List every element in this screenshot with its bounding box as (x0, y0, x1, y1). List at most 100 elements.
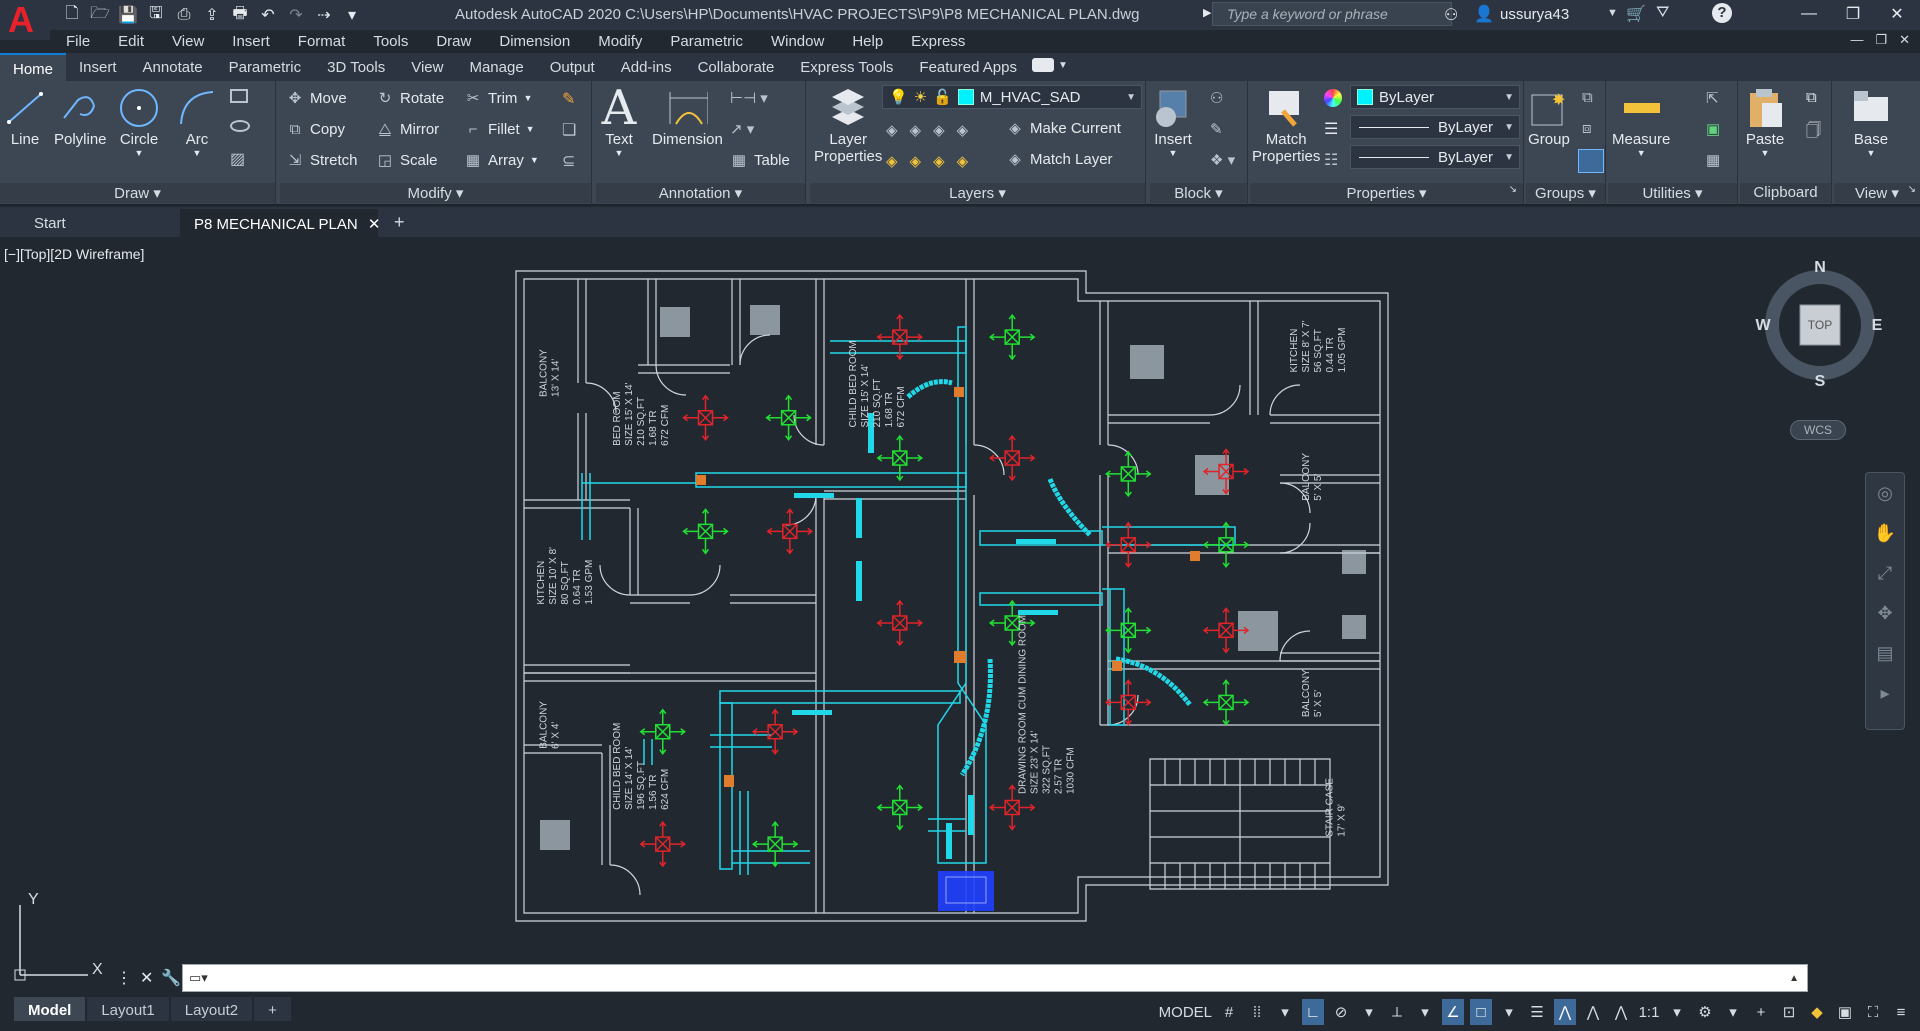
restore-icon[interactable]: ❐ (1840, 0, 1866, 28)
help-icon[interactable]: ? (1712, 3, 1732, 23)
return-diffuser[interactable] (682, 394, 729, 441)
polyline-button[interactable]: Polyline (54, 85, 107, 148)
search-box[interactable] (1212, 2, 1452, 26)
a360-icon[interactable]: ⛛ (1656, 4, 1669, 22)
doc-restore-icon[interactable]: ❐ (1875, 32, 1887, 48)
auto-scale-icon[interactable]: ⋀ (1582, 999, 1604, 1025)
supply-diffuser[interactable] (988, 313, 1036, 361)
cmd-close-icon[interactable]: ✕ (140, 968, 153, 988)
supply-diffuser[interactable] (751, 820, 799, 868)
linetype-dropdown[interactable]: ByLayer ▼ (1350, 145, 1520, 169)
share-icon[interactable]: ⇢ (312, 3, 336, 27)
supply-diffuser[interactable] (1202, 521, 1250, 569)
minimize-icon[interactable]: — (1796, 0, 1822, 28)
linear-dim-icon[interactable]: ⊢⊣ ▾ (730, 89, 768, 107)
snap-icon[interactable]: ⁞⁞ (1246, 999, 1268, 1025)
group-button[interactable]: ✸ Group (1528, 85, 1570, 148)
menu-insert[interactable]: Insert (218, 30, 284, 52)
publish-icon[interactable]: ⎙ (172, 3, 196, 27)
dimension-button[interactable]: Dimension (652, 85, 723, 148)
menu-view[interactable]: View (158, 30, 218, 52)
isodraft-icon[interactable]: ⟂ (1386, 999, 1408, 1025)
move-button[interactable]: ✥ Move (286, 89, 347, 108)
iso-dropdown-icon[interactable]: ▾ (1414, 999, 1436, 1025)
ribbon-options-icon[interactable]: ▼ (1058, 60, 1068, 71)
supply-diffuser[interactable] (876, 784, 924, 831)
tab-mechanical-plan[interactable]: P8 MECHANICAL PLAN ✕ (180, 209, 381, 237)
trim-button[interactable]: ✂ Trim ▼ (464, 89, 533, 108)
edit-block-icon[interactable]: ✎ (1210, 120, 1223, 138)
showmotion-icon[interactable]: ▤ (1866, 633, 1904, 673)
ribbon-minimize-icon[interactable] (1032, 58, 1054, 72)
groups-panel-title[interactable]: Groups ▾ (1526, 183, 1605, 203)
supply-diffuser[interactable] (682, 508, 729, 555)
offset-icon[interactable]: ⊆ (562, 151, 575, 171)
ribbon-tab-parametric[interactable]: Parametric (216, 53, 315, 81)
hatch-icon[interactable]: ▨ (230, 149, 245, 169)
tab-model[interactable]: Model (14, 997, 86, 1021)
close-tab-icon[interactable]: ✕ (368, 216, 381, 233)
menu-format[interactable]: Format (284, 30, 360, 52)
ribbon-tab-insert[interactable]: Insert (66, 53, 130, 81)
base-button[interactable]: Base ▼ (1850, 85, 1892, 158)
search-input[interactable] (1213, 3, 1451, 25)
linetype-icon[interactable]: ☷ (1324, 150, 1338, 170)
print-icon[interactable]: 🖶 (228, 3, 252, 27)
orbit-icon[interactable]: ✥ (1866, 593, 1904, 633)
units-icon[interactable]: ⊡ (1778, 999, 1800, 1025)
match-properties-button[interactable]: Match Properties (1252, 85, 1320, 165)
command-input-box[interactable]: ▭▾ ▲ (182, 964, 1808, 992)
line-button[interactable]: Line (4, 85, 46, 148)
clean-screen-icon[interactable]: ⛶ (1862, 999, 1884, 1025)
navbar-menu-icon[interactable]: ▸ (1866, 673, 1904, 713)
user-icon[interactable]: 👤 (1474, 4, 1494, 24)
leader-icon[interactable]: ↗ ▾ (730, 120, 754, 138)
object-snap-tracking-icon[interactable]: ∠ (1442, 999, 1464, 1025)
match-layer-button[interactable]: ◈ Match Layer (1006, 150, 1112, 169)
erase-icon[interactable]: ✎ (562, 89, 575, 109)
color-wheel-icon[interactable] (1324, 89, 1342, 107)
annotation-panel-title[interactable]: Annotation ▾ (596, 183, 805, 203)
layer-tools-row1[interactable]: ◈◈◈◈ (886, 121, 980, 139)
return-diffuser[interactable] (1105, 521, 1152, 569)
copy-button[interactable]: ⧉ Copy (286, 120, 345, 138)
scale-dropdown-icon[interactable]: ▾ (1666, 999, 1688, 1025)
supply-diffuser[interactable] (1202, 679, 1250, 726)
search-expand-icon[interactable]: ▶ (1203, 6, 1211, 19)
array-button[interactable]: ▦ Array ▼ (464, 151, 539, 170)
steering-wheel-icon[interactable]: ◎ (1866, 473, 1904, 513)
create-block-icon[interactable]: ⚇ (1210, 89, 1223, 107)
return-diffuser[interactable] (639, 820, 686, 868)
mirror-button[interactable]: ⧋ Mirror (376, 120, 439, 138)
menu-dimension[interactable]: Dimension (485, 30, 584, 52)
ribbon-tab-add-ins[interactable]: Add-ins (608, 53, 685, 81)
scale-button[interactable]: ◲ Scale (376, 151, 438, 170)
supply-diffuser[interactable] (639, 708, 686, 755)
insert-button[interactable]: Insert ▼ (1152, 85, 1194, 158)
save-icon[interactable]: 💾 (116, 3, 140, 27)
tab-layout1[interactable]: Layout1 (87, 997, 169, 1021)
menu-parametric[interactable]: Parametric (656, 30, 757, 52)
lineweight-dropdown[interactable]: ByLayer ▼ (1350, 115, 1520, 139)
return-diffuser[interactable] (876, 599, 924, 647)
calculator-icon[interactable]: ▦ (1706, 151, 1720, 169)
menu-draw[interactable]: Draw (422, 30, 485, 52)
menu-file[interactable]: File (52, 30, 104, 52)
color-dropdown[interactable]: ByLayer ▼ (1350, 85, 1520, 109)
binoculars-icon[interactable]: ⚇ (1444, 5, 1458, 25)
group-select-icon[interactable] (1578, 149, 1604, 173)
return-diffuser[interactable] (1105, 679, 1152, 726)
ribbon-tab-express-tools[interactable]: Express Tools (787, 53, 906, 81)
layer-dropdown[interactable]: 💡 ☀ 🔓 M_HVAC_SAD ▼ (882, 85, 1142, 109)
ribbon-tab-collaborate[interactable]: Collaborate (685, 53, 788, 81)
circle-button[interactable]: Circle ▼ (118, 85, 160, 158)
group-edit-icon[interactable]: ⧈ (1582, 120, 1592, 137)
supply-diffuser[interactable] (1105, 450, 1152, 498)
ribbon-tab-home[interactable]: Home (0, 53, 67, 81)
wcs-menu[interactable]: WCS (1790, 420, 1846, 440)
command-input[interactable] (213, 966, 1790, 990)
text-button[interactable]: A Text ▼ (598, 80, 640, 158)
mechanical-floor-plan[interactable]: BALCONY13' X 14' BED ROOMSIZE 15' X 14'21… (510, 265, 1390, 925)
tab-layout2[interactable]: Layout2 (170, 997, 253, 1021)
select-all-icon[interactable]: ▣ (1706, 120, 1720, 138)
